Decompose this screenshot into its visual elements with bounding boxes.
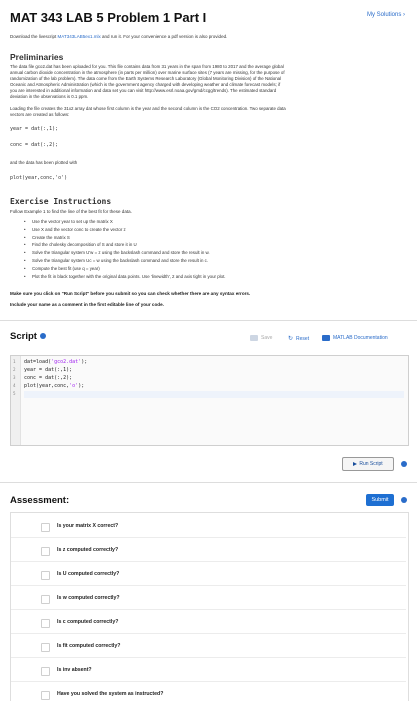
run-script-warning: Make sure you click on "Run Script" befo… <box>10 291 251 296</box>
submit-info-icon[interactable] <box>401 497 407 503</box>
documentation-label: MATLAB Documentation <box>333 335 388 341</box>
page-title: MAT 343 LAB 5 Problem 1 Part I <box>10 10 207 25</box>
instruction-item: Use the vector year to set up the matrix… <box>24 218 226 226</box>
code-line[interactable]: conc = dat(:,2); <box>24 375 72 381</box>
run-script-button[interactable]: Run Script <box>342 457 394 471</box>
script-heading: Script <box>10 331 46 342</box>
run-script-label: Run Script <box>359 461 383 467</box>
line-number: 2 <box>13 367 16 372</box>
code-text: conc = dat(:,2); <box>24 375 73 381</box>
code-text: plot(year,conc, <box>24 383 70 389</box>
prelim-line: vectors are created as follows: <box>10 112 70 117</box>
question-separator <box>11 561 406 562</box>
download-text-post: and run it. For your convenience a pdf v… <box>102 34 228 39</box>
assessment-question: Is your matrix X correct? <box>57 523 119 529</box>
run-info-icon[interactable] <box>401 461 407 467</box>
result-indicator <box>41 595 50 604</box>
instruction-item: Solve the triangular system Uc = w using… <box>24 257 226 265</box>
code-text: year = dat(:,1); <box>24 367 73 373</box>
script-heading-label: Script <box>10 331 37 342</box>
code-line-active[interactable] <box>24 391 404 398</box>
code-line[interactable]: dat=load('gco2.dat'); <box>24 359 87 365</box>
download-instructions: Download the livescript MAT343LAB5ex1.ml… <box>10 34 227 39</box>
reset-button[interactable]: ↻ Reset <box>288 335 310 343</box>
download-text-pre: Download the livescript <box>10 34 57 39</box>
exercise-heading: Exercise Instructions <box>10 197 112 206</box>
prelim-line: deviation in the observations is 0.1 ppm… <box>10 94 89 99</box>
result-indicator <box>41 667 50 676</box>
code-text: ); <box>81 359 88 365</box>
submit-button[interactable]: Submit <box>366 494 394 506</box>
code-plot: plot(year,conc,'o') <box>10 175 68 181</box>
documentation-icon <box>322 335 330 341</box>
code-line[interactable]: plot(year,conc,'o'); <box>24 383 84 389</box>
result-indicator <box>41 571 50 580</box>
question-separator <box>11 537 406 538</box>
info-icon[interactable] <box>39 333 46 340</box>
preliminaries-heading: Preliminaries <box>10 52 64 62</box>
livescript-link[interactable]: MAT343LAB5ex1.mlx <box>58 34 101 39</box>
instruction-item: Use X and the vector conc to create the … <box>24 226 226 234</box>
save-icon <box>250 335 258 341</box>
question-separator <box>11 657 406 658</box>
my-solutions-link[interactable]: My Solutions › <box>367 12 405 18</box>
exercise-follow-text: Follow Example 1 to find the line of the… <box>10 209 132 214</box>
result-indicator <box>41 643 50 652</box>
assessment-heading: Assessment: <box>10 495 70 506</box>
code-text: dat=load( <box>24 359 52 365</box>
prelim-paragraph-2: Loading the file creates the 31x2 array … <box>10 106 406 118</box>
reset-label: Reset <box>296 335 310 342</box>
section-divider <box>0 320 417 321</box>
code-line[interactable]: year = dat(:,1); <box>24 367 72 373</box>
code-text: ); <box>78 383 85 389</box>
instruction-item: Solve the triangular system U'w = z usin… <box>24 249 226 257</box>
assessment-question: Is fit computed correctly? <box>57 643 121 649</box>
assessment-question: Is U computed correctly? <box>57 571 120 577</box>
reset-icon: ↻ <box>288 336 294 342</box>
save-button[interactable]: Save <box>250 335 272 341</box>
instruction-item: Find the cholesky decomposition of S and… <box>24 241 226 249</box>
plotted-text: and the data has been plotted with <box>10 160 78 165</box>
question-separator <box>11 633 406 634</box>
play-icon <box>353 462 358 466</box>
assessment-question: Is inv absent? <box>57 667 92 673</box>
prelim-paragraph-1: The data file gco2.dat has been uploaded… <box>10 64 406 100</box>
code-string: 'o' <box>69 383 79 389</box>
instruction-list: Use the vector year to set up the matrix… <box>24 218 226 280</box>
section-divider <box>0 482 417 483</box>
instruction-item: Create the matrix S <box>24 234 226 242</box>
code-conc: conc = dat(:,2); <box>10 142 59 148</box>
line-number: 4 <box>13 383 16 388</box>
matlab-documentation-link[interactable]: MATLAB Documentation <box>322 335 388 341</box>
assessment-question: Is w computed correctly? <box>57 595 120 601</box>
result-indicator <box>41 523 50 532</box>
instruction-item: Compute the best fit (use q = year) <box>24 265 226 273</box>
assessment-question: Have you solved the system as instructed… <box>57 691 164 697</box>
line-number: 5 <box>13 391 16 396</box>
assessment-question: Is c computed correctly? <box>57 619 119 625</box>
code-string: 'gco2.dat' <box>51 359 82 365</box>
code-year: year = dat(:,1); <box>10 126 59 132</box>
save-label: Save <box>261 335 273 341</box>
assessment-question: Is z computed correctly? <box>57 547 119 553</box>
code-editor[interactable]: 1 2 3 4 5 dat=load('gco2.dat'); year = d… <box>10 355 409 446</box>
question-separator <box>11 585 406 586</box>
line-number: 1 <box>13 359 16 364</box>
result-indicator <box>41 619 50 628</box>
result-indicator <box>41 691 50 700</box>
result-indicator <box>41 547 50 556</box>
question-separator <box>11 681 406 682</box>
name-comment-warning: Include your name as a comment in the fi… <box>10 302 164 307</box>
line-number: 3 <box>13 375 16 380</box>
instruction-item: Plot the fit in black together with the … <box>24 273 226 281</box>
question-separator <box>11 609 406 610</box>
